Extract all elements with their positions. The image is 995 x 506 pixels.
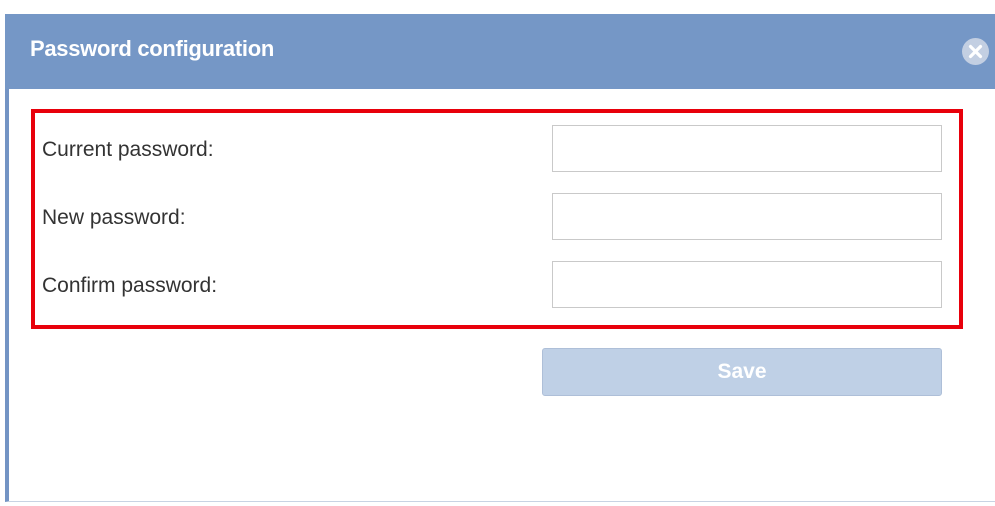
dialog-title: Password configuration — [30, 36, 274, 61]
current-password-label: Current password: — [42, 138, 214, 161]
new-password-label: New password: — [42, 206, 186, 229]
save-button[interactable]: Save — [542, 348, 942, 396]
password-config-dialog: Password configuration Current password:… — [5, 14, 995, 502]
close-icon[interactable] — [962, 38, 989, 65]
current-password-input[interactable] — [552, 125, 942, 172]
confirm-password-input[interactable] — [552, 261, 942, 308]
dialog-titlebar: Password configuration — [5, 14, 995, 89]
new-password-input[interactable] — [552, 193, 942, 240]
confirm-password-label: Confirm password: — [42, 274, 218, 297]
